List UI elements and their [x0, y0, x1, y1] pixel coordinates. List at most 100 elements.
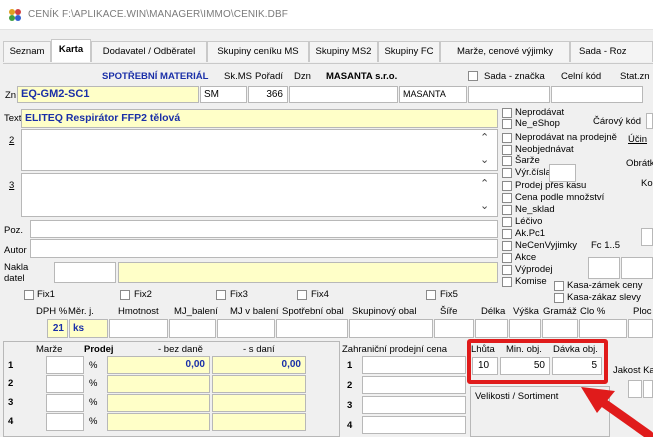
- fix5-checkbox[interactable]: [426, 290, 436, 300]
- scroll-down-icon[interactable]: ⌄: [480, 199, 489, 212]
- price-row-2-label: 2: [8, 378, 14, 389]
- ak-pc1-field[interactable]: [641, 228, 653, 246]
- s-dani-field-3[interactable]: [212, 394, 306, 412]
- ne-sklad-checkbox[interactable]: [502, 205, 512, 215]
- poz-field[interactable]: [30, 220, 498, 238]
- obratk-label: Obrátk: [626, 158, 653, 169]
- tab-marze[interactable]: Marže, cenové výjimky: [440, 41, 570, 62]
- marze-field-2[interactable]: [46, 375, 84, 393]
- fix2-label: Fix2: [134, 289, 152, 300]
- neobjednavat-checkbox[interactable]: [502, 145, 512, 155]
- clo-field[interactable]: [579, 319, 627, 338]
- mj-field[interactable]: ks: [69, 319, 108, 338]
- marze-field-3[interactable]: [46, 394, 84, 412]
- fix2-checkbox[interactable]: [120, 290, 130, 300]
- gramaz-field[interactable]: [542, 319, 578, 338]
- fc-field-1[interactable]: [588, 257, 620, 279]
- s-dani-field-4[interactable]: [212, 413, 306, 431]
- autor-field[interactable]: [30, 239, 498, 258]
- scroll-down-icon[interactable]: ⌄: [480, 153, 489, 166]
- ak-pc1-label: Ak.Pc1: [515, 228, 546, 239]
- akce-checkbox[interactable]: [502, 253, 512, 263]
- sada-field[interactable]: [468, 86, 550, 103]
- vyprodej-checkbox[interactable]: [502, 265, 512, 275]
- dzn-label: Dzn: [294, 71, 311, 82]
- cena-mnozstvi-checkbox[interactable]: [502, 193, 512, 203]
- spotrebni-obal-field[interactable]: [276, 319, 348, 338]
- kasa-zakaz-checkbox[interactable]: [554, 293, 564, 303]
- tab-sada[interactable]: Sada - Roz: [570, 41, 653, 62]
- ko-label: Ko: [641, 178, 653, 189]
- dph-field[interactable]: 21: [47, 319, 68, 338]
- carovy-kod-label: Čárový kód: [593, 116, 642, 127]
- naklad-code-field[interactable]: [54, 262, 116, 283]
- s-dani-field-1[interactable]: 0,00: [212, 356, 306, 374]
- lecivo-label: Léčivo: [515, 216, 543, 227]
- neprodavat-checkbox[interactable]: [502, 108, 512, 118]
- tab-seznam[interactable]: Seznam: [3, 41, 51, 62]
- tab-bar: Seznam Karta Dodavatel / Odběratel Skupi…: [0, 39, 653, 63]
- tab-karta[interactable]: Karta: [51, 39, 91, 62]
- vyr-cisla-checkbox[interactable]: [502, 168, 512, 178]
- bez-dane-field-4[interactable]: [107, 413, 210, 431]
- hmotnost-field[interactable]: [109, 319, 168, 338]
- scroll-up-icon[interactable]: ⌃: [480, 131, 489, 144]
- foreign-price-field-2[interactable]: [362, 376, 466, 394]
- foreign-price-field-4[interactable]: [362, 416, 466, 434]
- foreign-price-field-1[interactable]: [362, 356, 466, 374]
- celni-kod-field[interactable]: [551, 86, 643, 103]
- naklad-name-field[interactable]: [118, 262, 498, 283]
- foreign-price-field-3[interactable]: [362, 396, 466, 414]
- scroll-up-icon[interactable]: ⌃: [480, 177, 489, 190]
- bez-dane-field-1[interactable]: 0,00: [107, 356, 210, 374]
- tab-skupiny-ceniku[interactable]: Skupiny ceníku MS: [207, 41, 309, 62]
- komise-checkbox[interactable]: [502, 277, 512, 287]
- tab-skupiny-ms2[interactable]: Skupiny MS2: [309, 41, 378, 62]
- company-short-field[interactable]: MASANTA: [399, 86, 467, 103]
- fix1-checkbox[interactable]: [24, 290, 34, 300]
- neprodavat-prodejne-checkbox[interactable]: [502, 133, 512, 143]
- fix4-checkbox[interactable]: [297, 290, 307, 300]
- sk-ms-field[interactable]: SM: [200, 86, 247, 103]
- mj-baleni-field[interactable]: [169, 319, 216, 338]
- sire-field[interactable]: [434, 319, 474, 338]
- dzn-field[interactable]: [289, 86, 398, 103]
- bez-dane-field-2[interactable]: [107, 375, 210, 393]
- mj-v-baleni-field[interactable]: [217, 319, 275, 338]
- sada-checkbox[interactable]: [468, 71, 478, 81]
- ne-eshop-checkbox[interactable]: [502, 119, 512, 129]
- skupinovy-obal-field[interactable]: [349, 319, 433, 338]
- necenvyjimky-label: NeCenVyjimky: [515, 240, 577, 251]
- text-label: Text: [4, 113, 22, 124]
- akce-label: Akce: [515, 252, 537, 263]
- carovy-kod-field[interactable]: [646, 113, 653, 129]
- vyska-field[interactable]: [509, 319, 541, 338]
- fix3-checkbox[interactable]: [216, 290, 226, 300]
- foreign-row-2-label: 2: [347, 380, 353, 391]
- ne-sklad-label: Ne_sklad: [515, 204, 555, 215]
- marze-field-4[interactable]: [46, 413, 84, 431]
- bez-dane-field-3[interactable]: [107, 394, 210, 412]
- kasa-zamek-checkbox[interactable]: [554, 281, 564, 291]
- lecivo-checkbox[interactable]: [502, 217, 512, 227]
- product-code-field[interactable]: EQ-GM2-SC1: [17, 86, 199, 103]
- necenvyjimky-checkbox[interactable]: [502, 241, 512, 251]
- s-dani-field-2[interactable]: [212, 375, 306, 393]
- tab-dodavatel[interactable]: Dodavatel / Odběratel: [91, 41, 207, 62]
- prodej-kasu-checkbox[interactable]: [502, 181, 512, 191]
- delka-field[interactable]: [475, 319, 508, 338]
- marze-field-1[interactable]: [46, 356, 84, 374]
- text-field[interactable]: ELITEQ Respirátor FFP2 tělová: [21, 109, 498, 128]
- tab-skupiny-fc[interactable]: Skupiny FC: [378, 41, 440, 62]
- sarze-checkbox[interactable]: [502, 156, 512, 166]
- fc-field-2[interactable]: [621, 257, 653, 279]
- poradi-field[interactable]: 366: [248, 86, 288, 103]
- ak-pc1-checkbox[interactable]: [502, 229, 512, 239]
- text-line-2-field[interactable]: [21, 129, 498, 171]
- price-row-3-label: 3: [8, 397, 14, 408]
- autor-label: Autor: [4, 245, 27, 256]
- ploc-field[interactable]: [628, 319, 653, 338]
- vyr-cisla-field[interactable]: [549, 164, 576, 182]
- text-line-3-field[interactable]: [21, 173, 498, 217]
- col-dph: DPH %: [36, 306, 68, 317]
